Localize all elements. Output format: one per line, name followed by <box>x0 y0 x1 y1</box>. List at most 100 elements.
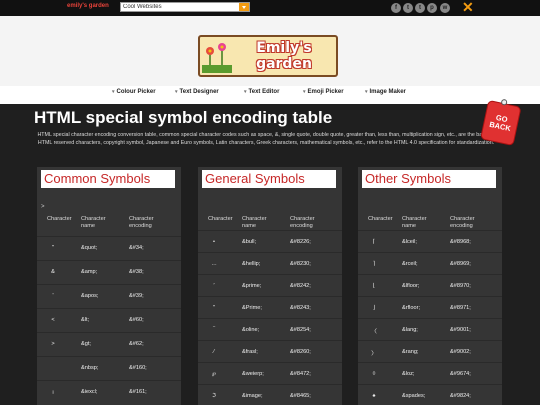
cell-name: &apos; <box>81 293 99 299</box>
cell-name: &lang; <box>402 327 418 333</box>
cell-character: ⌋ <box>372 305 376 311</box>
chevron-down-icon: ▾ <box>112 89 115 95</box>
table-row: ¡ &iexcl; &#161; <box>37 380 181 403</box>
cell-name: &rceil; <box>402 261 418 267</box>
cell-encoding: &#8969; <box>450 261 471 267</box>
logo-text: Emily's garden <box>234 40 334 72</box>
tumblr-icon[interactable]: t <box>415 3 425 13</box>
nav-item-colour-picker[interactable]: ▾ Colour Picker <box>112 89 156 95</box>
nav-item-text-editor[interactable]: ▾ Text Editor <box>244 89 279 95</box>
nav-label: Emoji Picker <box>307 89 344 95</box>
cell-character: ' <box>52 293 54 299</box>
cell-character: ♠ <box>372 393 376 399</box>
twitter-icon[interactable]: t <box>403 3 413 13</box>
cell-name: &spades; <box>402 393 426 399</box>
facebook-icon[interactable]: f <box>391 3 401 13</box>
cell-name: &loz; <box>402 371 415 377</box>
cell-encoding: &#8260; <box>290 349 311 355</box>
cell-encoding: &#8226; <box>290 239 311 245</box>
column-header-character: Character <box>368 216 393 222</box>
cell-encoding: &#8254; <box>290 327 311 333</box>
cell-encoding: &#8971; <box>450 305 471 311</box>
search-input[interactable] <box>123 3 233 11</box>
nav-label: Text Designer <box>179 89 219 95</box>
nav-label: Colour Picker <box>116 89 156 95</box>
table-row: ⌈ &lceil; &#8968; <box>358 230 502 253</box>
cell-character: < <box>51 317 55 323</box>
column-header-character: Character <box>47 216 72 222</box>
column-header-encoding: Character encoding <box>290 216 315 229</box>
cell-name: &rang; <box>402 349 419 355</box>
cell-name: &lceil; <box>402 239 417 245</box>
cell-character: ″ <box>213 305 215 311</box>
cell-encoding: &#9824; <box>450 393 471 399</box>
table-row: " &quot; &#34; <box>37 236 181 259</box>
cell-character: ◊ <box>372 371 376 377</box>
cell-character: 〈 <box>371 329 377 335</box>
cell-encoding: &#39; <box>129 293 144 299</box>
cell-encoding: &#8465; <box>290 393 311 399</box>
cell-encoding: &#9674; <box>450 371 471 377</box>
table-row: 〈 &lang; &#9001; <box>358 318 502 341</box>
page-title: HTML special symbol encoding table <box>34 108 333 127</box>
cell-character: ⁄ <box>213 349 215 355</box>
column-header-name: Character name <box>402 216 427 229</box>
cell-encoding: &#8970; <box>450 283 471 289</box>
table-row: ⌉ &rceil; &#8969; <box>358 252 502 275</box>
cell-character: ℘ <box>212 371 216 377</box>
panel-title: General Symbols <box>202 170 336 188</box>
cell-name: &gt; <box>81 341 91 347</box>
cell-character: & <box>51 269 55 275</box>
table-row: ⁄ &frasl; &#8260; <box>198 340 342 363</box>
cell-encoding: &#8230; <box>290 261 311 267</box>
cell-name: &prime; <box>242 283 262 289</box>
column-header-encoding: Character encoding <box>450 216 475 229</box>
site-logo[interactable]: Emily's garden <box>198 35 338 77</box>
cell-name: &iexcl; <box>81 389 98 395</box>
cell-encoding: &#8472; <box>290 371 311 377</box>
table-row: ‾ &oline; &#8254; <box>198 318 342 341</box>
cell-character: ′ <box>213 283 215 289</box>
wechat-icon[interactable]: w <box>440 3 450 13</box>
nav-label: Image Maker <box>369 89 406 95</box>
chevron-down-icon: ▾ <box>175 89 178 95</box>
column-header-name: Character name <box>242 216 267 229</box>
table-row: ℑ &image; &#8465; <box>198 384 342 405</box>
table-row: ◊ &loz; &#9674; <box>358 362 502 385</box>
cell-name: &oline; <box>242 327 260 333</box>
nav-item-text-designer[interactable]: ▾ Text Designer <box>175 89 219 95</box>
nav-item-emoji-picker[interactable]: ▾ Emoji Picker <box>303 89 344 95</box>
cell-name: &bull; <box>242 239 256 245</box>
pinterest-icon[interactable]: p <box>427 3 437 13</box>
cell-name: &weierp; <box>242 371 264 377</box>
panel-title: Common Symbols <box>41 170 175 188</box>
cell-encoding: &#60; <box>129 317 144 323</box>
cell-encoding: &#8242; <box>290 283 311 289</box>
panel-general-symbols: General Symbols Character Character name… <box>198 167 342 405</box>
search-dropdown-button[interactable] <box>239 3 249 11</box>
cell-name: &Prime; <box>242 305 262 311</box>
cell-encoding: &#8243; <box>290 305 311 311</box>
panel-note: > <box>41 204 45 210</box>
nav-item-image-maker[interactable]: ▾ Image Maker <box>365 89 406 95</box>
nav-label: Text Editor <box>248 89 280 95</box>
cell-encoding: &#9002; <box>450 349 471 355</box>
table-row: < &lt; &#60; <box>37 308 181 331</box>
column-header-character: Character <box>208 216 233 222</box>
cell-character: ¡ <box>52 389 54 395</box>
brand-logo-text[interactable]: emily's garden <box>67 3 109 9</box>
panel-common-symbols: Common Symbols > Character Character nam… <box>37 167 181 405</box>
close-icon[interactable]: ✕ <box>462 0 474 15</box>
table-row: … &hellip; &#8230; <box>198 252 342 275</box>
table-row: ♠ &spades; &#9824; <box>358 384 502 405</box>
table-row: ″ &Prime; &#8243; <box>198 296 342 319</box>
cell-encoding: &#38; <box>129 269 144 275</box>
table-row: &nbsp; &#160; <box>37 356 181 379</box>
cell-character: ⌊ <box>372 283 376 289</box>
cell-character: … <box>211 261 217 267</box>
cell-character: > <box>51 341 55 347</box>
cell-encoding: &#62; <box>129 341 144 347</box>
cell-character: ℑ <box>212 393 216 399</box>
search-box[interactable] <box>120 2 250 12</box>
cell-name: &hellip; <box>242 261 261 267</box>
